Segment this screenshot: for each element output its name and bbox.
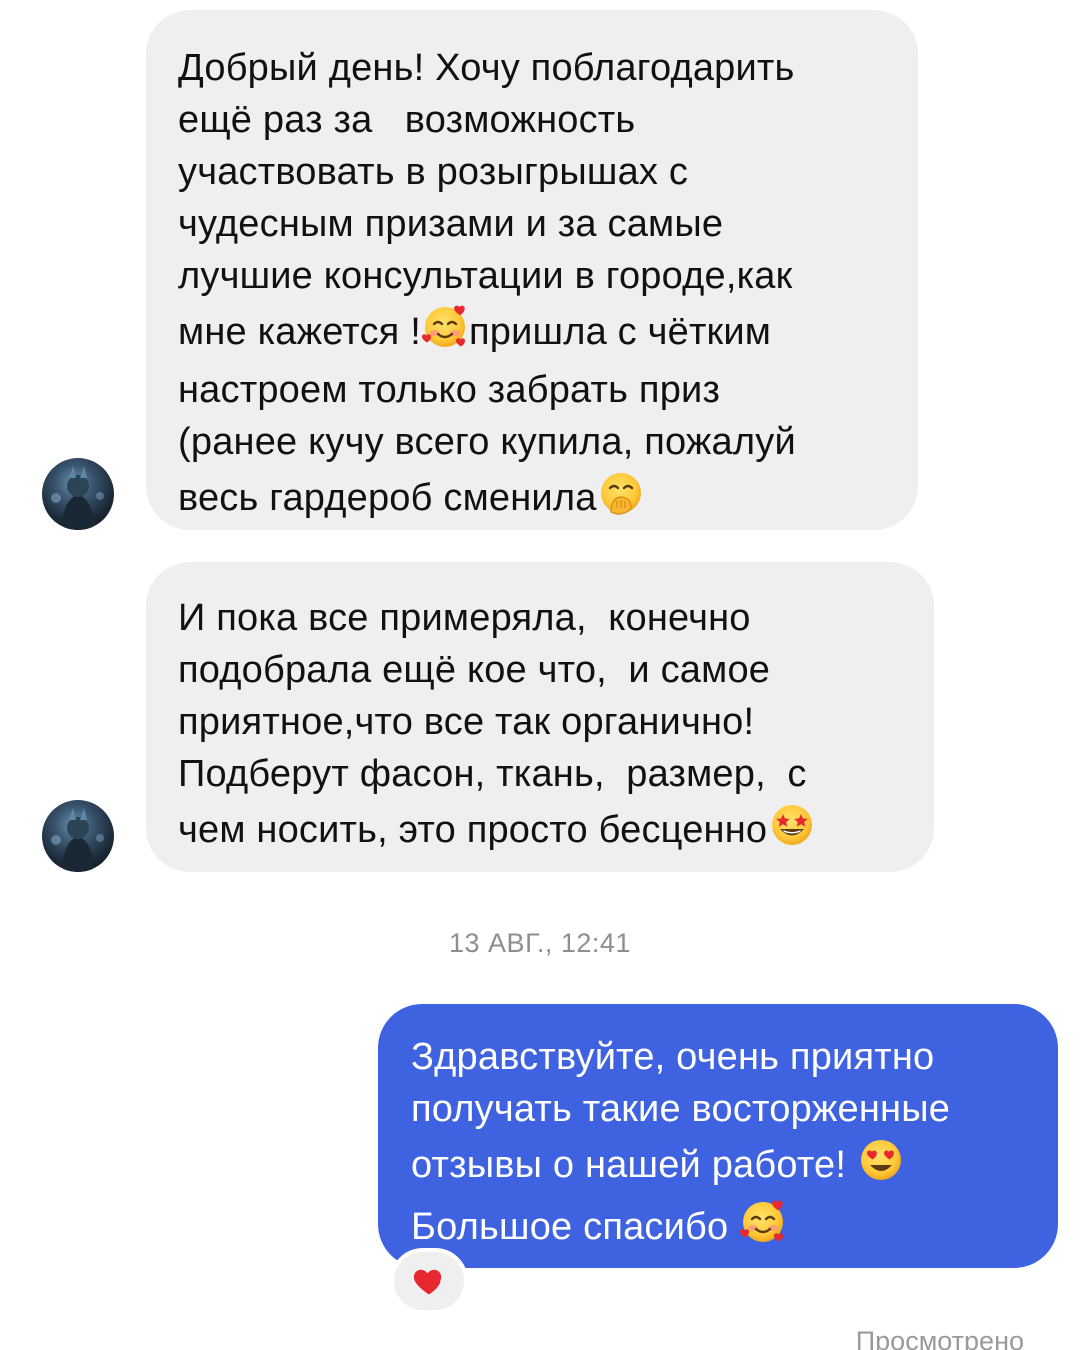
face-with-hand-over-mouth-emoji — [597, 468, 645, 530]
message-text: отзывы о нашей работе! — [411, 1144, 847, 1186]
message-line: Здравствуйте, очень приятно — [411, 1036, 935, 1078]
message-line: Добрый день! Хочу поблагодарить — [178, 47, 795, 89]
avatar-image — [51, 466, 104, 530]
message-line: И пока все примеряла, конечно — [178, 597, 751, 639]
message-line-with-emoji: мне кажется ! пришла с чётким — [178, 302, 892, 364]
smiling-face-with-hearts-emoji — [421, 302, 469, 364]
message-line: чудесным призами и за самые — [178, 203, 724, 245]
message-reaction[interactable] — [390, 1248, 468, 1314]
message-line: Подберут фасон, ткань, размер, с — [178, 753, 807, 795]
message-line: участвовать в розыгрышах с — [178, 151, 689, 193]
message-bubble-outgoing[interactable]: Здравствуйте, очень приятно получать так… — [378, 1004, 1058, 1268]
message-line: лучшие консультации в городе,как — [178, 255, 793, 297]
message-line: приятное,что все так органично! — [178, 701, 755, 743]
message-text: весь гардероб сменила — [178, 477, 597, 519]
message-line-with-emoji: весь гардероб сменила — [178, 468, 892, 530]
message-line: подобрала ещё кое что, и самое — [178, 649, 771, 691]
chat-screen: Добрый день! Хочу поблагодарить ещё раз … — [0, 0, 1080, 1350]
message-line: настроем только забрать приз — [178, 369, 721, 411]
message-line: (ранее кучу всего купила, пожалуй — [178, 421, 796, 463]
star-struck-emoji — [767, 800, 817, 862]
message-text: мне кажется ! — [178, 311, 421, 353]
message-bubble-incoming[interactable]: Добрый день! Хочу поблагодарить ещё раз … — [146, 10, 918, 530]
message-line-with-emoji: Большое спасибо — [411, 1197, 1038, 1259]
heart-eyes-emoji — [857, 1135, 905, 1197]
message-line-with-emoji: чем носить, это просто бесценно — [178, 800, 908, 862]
red-heart-icon — [413, 1269, 442, 1295]
message-text: Большое спасибо — [411, 1206, 729, 1248]
message-bubble-incoming[interactable]: И пока все примеряла, конечно подобрала … — [146, 562, 934, 872]
contact-avatar[interactable] — [42, 458, 114, 530]
message-line: ещё раз за возможность — [178, 99, 636, 141]
message-timestamp: 13 АВГ., 12:41 — [449, 928, 631, 958]
message-line: получать такие восторженные — [411, 1088, 951, 1130]
contact-avatar[interactable] — [42, 800, 114, 872]
message-text: пришла с чётким — [468, 311, 772, 353]
seen-status: Просмотрено — [855, 1326, 1024, 1350]
smiling-face-with-hearts-emoji — [739, 1197, 787, 1259]
message-line-with-emoji: отзывы о нашей работе! — [411, 1135, 1038, 1197]
message-text: чем носить, это просто бесценно — [178, 809, 768, 851]
avatar-image — [51, 808, 104, 872]
